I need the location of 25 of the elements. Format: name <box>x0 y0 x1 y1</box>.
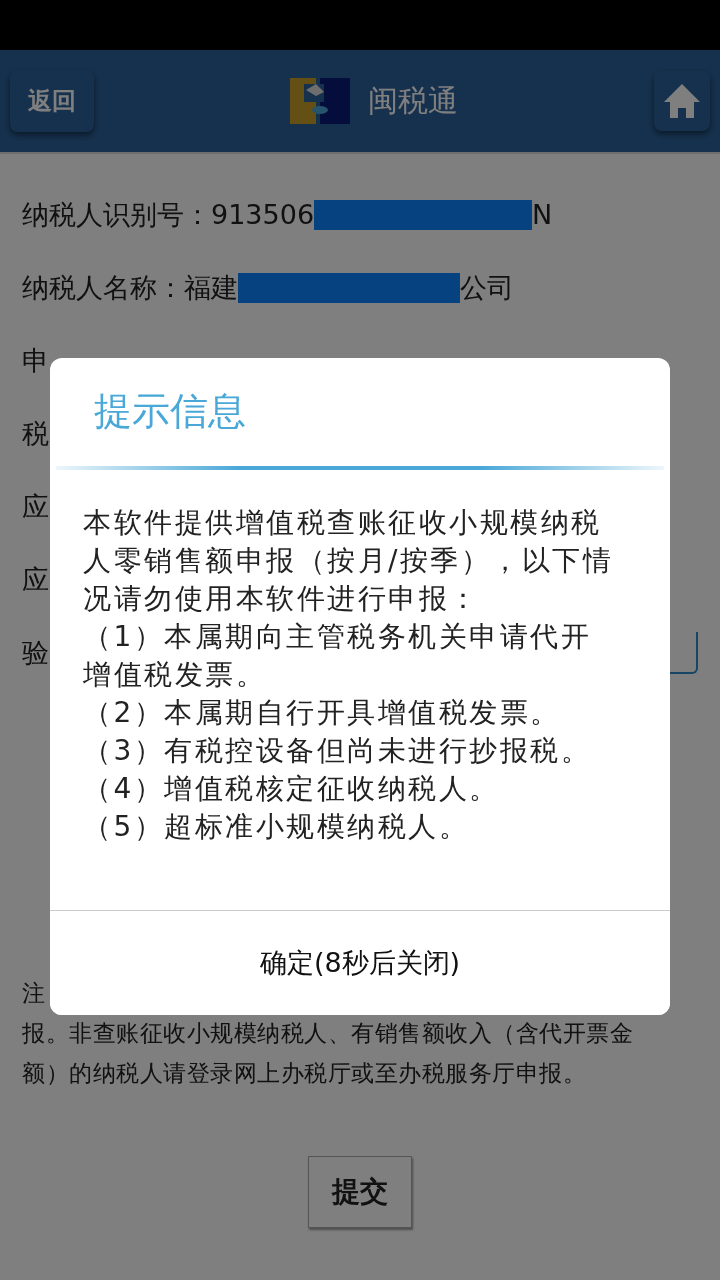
app-title: 闽税通 <box>368 81 458 120</box>
home-icon <box>662 82 702 120</box>
field-value: N <box>532 199 553 230</box>
dialog-list-item: （3）有税控设备但尚未进行抄报税。 <box>83 733 593 769</box>
field-label: 验 <box>22 635 49 670</box>
dialog-list-item: （1）本属期向主管税务机关申请代开增值税发票。 <box>83 619 593 693</box>
note-text: 注 <box>22 979 46 1008</box>
field-label: 申 <box>22 343 49 378</box>
field-label: 税 <box>22 416 49 451</box>
dialog-message: 本软件提供增值税查账征收小规模纳税人零销售额申报（按月/按季），以下情况请勿使用本软件进行申报： <box>83 505 615 617</box>
dialog-list-item: （2）本属期自行开具增值税发票。 <box>83 695 562 731</box>
back-button[interactable]: 返回 <box>10 70 94 132</box>
dialog-list-item: （5）超标准小规模纳税人。 <box>83 809 471 845</box>
home-button[interactable] <box>654 71 710 131</box>
field-label: 应 <box>22 489 49 524</box>
field-label: 纳税人名称：福建 <box>22 270 238 305</box>
dialog-title: 提示信息 <box>93 388 247 435</box>
note-text: 报。非查账征收小规模纳税人、有销售额收入（含代开票金 <box>22 1019 633 1048</box>
field-value: 公司 <box>460 270 514 305</box>
field-label: 应 <box>22 562 49 597</box>
dialog-list-item: （4）增值税核定征收纳税人。 <box>83 771 501 807</box>
submit-button[interactable]: 提交 <box>308 1156 412 1228</box>
logo-icon <box>290 78 350 124</box>
field-label: 纳税人识别号：913506 <box>22 197 315 232</box>
note-text: 额）的纳税人请登录网上办税厅或至办税服务厅申报。 <box>22 1059 586 1088</box>
